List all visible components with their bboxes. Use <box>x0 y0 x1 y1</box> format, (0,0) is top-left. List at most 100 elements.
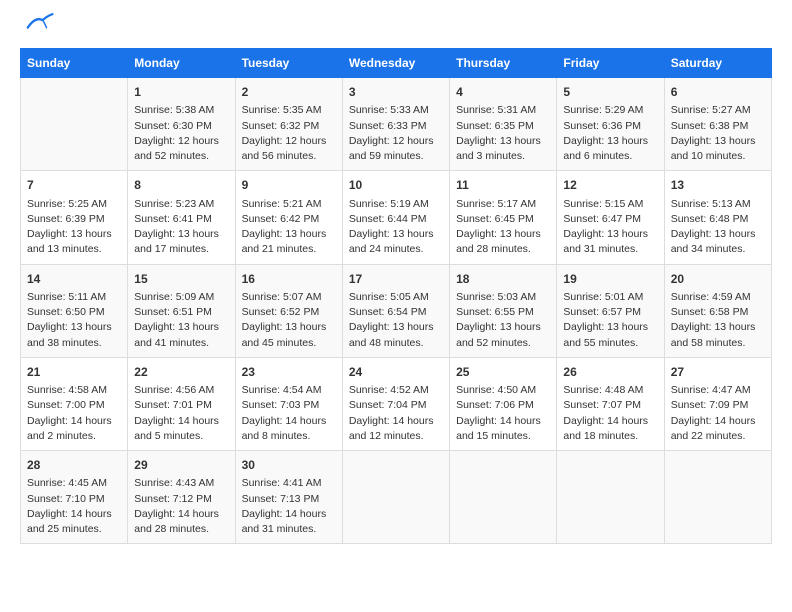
calendar-cell: 23 Sunrise: 4:54 AM Sunset: 7:03 PM Dayli… <box>235 357 342 450</box>
day-info: Sunrise: 5:38 AM Sunset: 6:30 PM Dayligh… <box>134 103 228 164</box>
calendar-cell: 11Sunrise: 5:17 AM Sunset: 6:45 PM Dayli… <box>450 171 557 264</box>
day-number: 3 <box>349 84 443 101</box>
day-number: 13 <box>671 177 765 194</box>
day-info: Sunrise: 5:33 AM Sunset: 6:33 PM Dayligh… <box>349 103 443 164</box>
day-number: 24 <box>349 364 443 381</box>
weekday-header-row: SundayMondayTuesdayWednesdayThursdayFrid… <box>21 49 772 78</box>
day-number: 27 <box>671 364 765 381</box>
calendar-cell: 8 Sunrise: 5:23 AM Sunset: 6:41 PM Daylig… <box>128 171 235 264</box>
day-info: Sunrise: 5:29 AM Sunset: 6:36 PM Dayligh… <box>563 103 657 164</box>
day-info: Sunrise: 5:35 AM Sunset: 6:32 PM Dayligh… <box>242 103 336 164</box>
day-info: Sunrise: 5:23 AM Sunset: 6:41 PM Dayligh… <box>134 197 228 258</box>
calendar-cell: 13 Sunrise: 5:13 AM Sunset: 6:48 PM Dayli… <box>664 171 771 264</box>
day-info: Sunrise: 5:31 AM Sunset: 6:35 PM Dayligh… <box>456 103 550 164</box>
calendar-cell: 30 Sunrise: 4:41 AM Sunset: 7:13 PM Dayli… <box>235 451 342 544</box>
page-header <box>20 20 772 32</box>
calendar-cell: 2 Sunrise: 5:35 AM Sunset: 6:32 PM Daylig… <box>235 78 342 171</box>
day-number: 5 <box>563 84 657 101</box>
day-number: 23 <box>242 364 336 381</box>
calendar-cell: 26 Sunrise: 4:48 AM Sunset: 7:07 PM Dayli… <box>557 357 664 450</box>
calendar-cell: 15 Sunrise: 5:09 AM Sunset: 6:51 PM Dayli… <box>128 264 235 357</box>
weekday-header-thursday: Thursday <box>450 49 557 78</box>
calendar-cell: 25 Sunrise: 4:50 AM Sunset: 7:06 PM Dayli… <box>450 357 557 450</box>
day-info: Sunrise: 5:09 AM Sunset: 6:51 PM Dayligh… <box>134 290 228 351</box>
day-info: Sunrise: 4:56 AM Sunset: 7:01 PM Dayligh… <box>134 383 228 444</box>
day-number: 29 <box>134 457 228 474</box>
calendar-cell: 3 Sunrise: 5:33 AM Sunset: 6:33 PM Daylig… <box>342 78 449 171</box>
day-number: 20 <box>671 271 765 288</box>
day-info: Sunrise: 5:15 AM Sunset: 6:47 PM Dayligh… <box>563 197 657 258</box>
calendar-cell <box>21 78 128 171</box>
day-number: 15 <box>134 271 228 288</box>
weekday-header-tuesday: Tuesday <box>235 49 342 78</box>
day-info: Sunrise: 4:59 AM Sunset: 6:58 PM Dayligh… <box>671 290 765 351</box>
weekday-header-sunday: Sunday <box>21 49 128 78</box>
day-number: 26 <box>563 364 657 381</box>
day-info: Sunrise: 5:25 AM Sunset: 6:39 PM Dayligh… <box>27 197 121 258</box>
day-info: Sunrise: 4:45 AM Sunset: 7:10 PM Dayligh… <box>27 476 121 537</box>
day-number: 19 <box>563 271 657 288</box>
day-number: 7 <box>27 177 121 194</box>
day-number: 6 <box>671 84 765 101</box>
day-info: Sunrise: 5:07 AM Sunset: 6:52 PM Dayligh… <box>242 290 336 351</box>
day-info: Sunrise: 4:41 AM Sunset: 7:13 PM Dayligh… <box>242 476 336 537</box>
day-number: 18 <box>456 271 550 288</box>
day-number: 14 <box>27 271 121 288</box>
calendar-cell: 5 Sunrise: 5:29 AM Sunset: 6:36 PM Daylig… <box>557 78 664 171</box>
day-info: Sunrise: 4:50 AM Sunset: 7:06 PM Dayligh… <box>456 383 550 444</box>
calendar-cell: 20 Sunrise: 4:59 AM Sunset: 6:58 PM Dayli… <box>664 264 771 357</box>
day-info: Sunrise: 4:43 AM Sunset: 7:12 PM Dayligh… <box>134 476 228 537</box>
day-number: 21 <box>27 364 121 381</box>
day-info: Sunrise: 4:52 AM Sunset: 7:04 PM Dayligh… <box>349 383 443 444</box>
calendar-cell: 22 Sunrise: 4:56 AM Sunset: 7:01 PM Dayli… <box>128 357 235 450</box>
day-number: 4 <box>456 84 550 101</box>
day-info: Sunrise: 5:13 AM Sunset: 6:48 PM Dayligh… <box>671 197 765 258</box>
day-info: Sunrise: 4:54 AM Sunset: 7:03 PM Dayligh… <box>242 383 336 444</box>
calendar-cell: 28 Sunrise: 4:45 AM Sunset: 7:10 PM Dayli… <box>21 451 128 544</box>
day-number: 8 <box>134 177 228 194</box>
day-info: Sunrise: 5:03 AM Sunset: 6:55 PM Dayligh… <box>456 290 550 351</box>
calendar-cell: 9 Sunrise: 5:21 AM Sunset: 6:42 PM Daylig… <box>235 171 342 264</box>
day-info: Sunrise: 4:58 AM Sunset: 7:00 PM Dayligh… <box>27 383 121 444</box>
day-number: 25 <box>456 364 550 381</box>
calendar-cell: 7 Sunrise: 5:25 AM Sunset: 6:39 PM Daylig… <box>21 171 128 264</box>
day-number: 28 <box>27 457 121 474</box>
day-number: 9 <box>242 177 336 194</box>
calendar-cell <box>664 451 771 544</box>
day-number: 12 <box>563 177 657 194</box>
day-info: Sunrise: 5:27 AM Sunset: 6:38 PM Dayligh… <box>671 103 765 164</box>
day-info: Sunrise: 5:19 AM Sunset: 6:44 PM Dayligh… <box>349 197 443 258</box>
calendar-cell <box>450 451 557 544</box>
day-number: 16 <box>242 271 336 288</box>
weekday-header-friday: Friday <box>557 49 664 78</box>
calendar-row-3: 14 Sunrise: 5:11 AM Sunset: 6:50 PM Dayli… <box>21 264 772 357</box>
day-info: Sunrise: 4:47 AM Sunset: 7:09 PM Dayligh… <box>671 383 765 444</box>
calendar-cell: 1 Sunrise: 5:38 AM Sunset: 6:30 PM Daylig… <box>128 78 235 171</box>
logo-bird-icon <box>24 12 54 32</box>
calendar-cell: 6 Sunrise: 5:27 AM Sunset: 6:38 PM Daylig… <box>664 78 771 171</box>
calendar-cell: 16 Sunrise: 5:07 AM Sunset: 6:52 PM Dayli… <box>235 264 342 357</box>
calendar-table: SundayMondayTuesdayWednesdayThursdayFrid… <box>20 48 772 544</box>
calendar-cell <box>342 451 449 544</box>
calendar-cell: 18 Sunrise: 5:03 AM Sunset: 6:55 PM Dayli… <box>450 264 557 357</box>
day-number: 11 <box>456 177 550 194</box>
calendar-cell: 4 Sunrise: 5:31 AM Sunset: 6:35 PM Daylig… <box>450 78 557 171</box>
calendar-cell: 29 Sunrise: 4:43 AM Sunset: 7:12 PM Dayli… <box>128 451 235 544</box>
day-info: Sunrise: 4:48 AM Sunset: 7:07 PM Dayligh… <box>563 383 657 444</box>
logo <box>20 20 54 32</box>
calendar-row-4: 21 Sunrise: 4:58 AM Sunset: 7:00 PM Dayli… <box>21 357 772 450</box>
day-number: 1 <box>134 84 228 101</box>
day-info: Sunrise: 5:11 AM Sunset: 6:50 PM Dayligh… <box>27 290 121 351</box>
day-info: Sunrise: 5:21 AM Sunset: 6:42 PM Dayligh… <box>242 197 336 258</box>
calendar-cell: 14 Sunrise: 5:11 AM Sunset: 6:50 PM Dayli… <box>21 264 128 357</box>
calendar-cell <box>557 451 664 544</box>
day-number: 22 <box>134 364 228 381</box>
calendar-cell: 27 Sunrise: 4:47 AM Sunset: 7:09 PM Dayli… <box>664 357 771 450</box>
day-number: 2 <box>242 84 336 101</box>
day-number: 30 <box>242 457 336 474</box>
day-number: 10 <box>349 177 443 194</box>
calendar-cell: 19Sunrise: 5:01 AM Sunset: 6:57 PM Dayli… <box>557 264 664 357</box>
calendar-cell: 17Sunrise: 5:05 AM Sunset: 6:54 PM Dayli… <box>342 264 449 357</box>
day-number: 17 <box>349 271 443 288</box>
weekday-header-monday: Monday <box>128 49 235 78</box>
